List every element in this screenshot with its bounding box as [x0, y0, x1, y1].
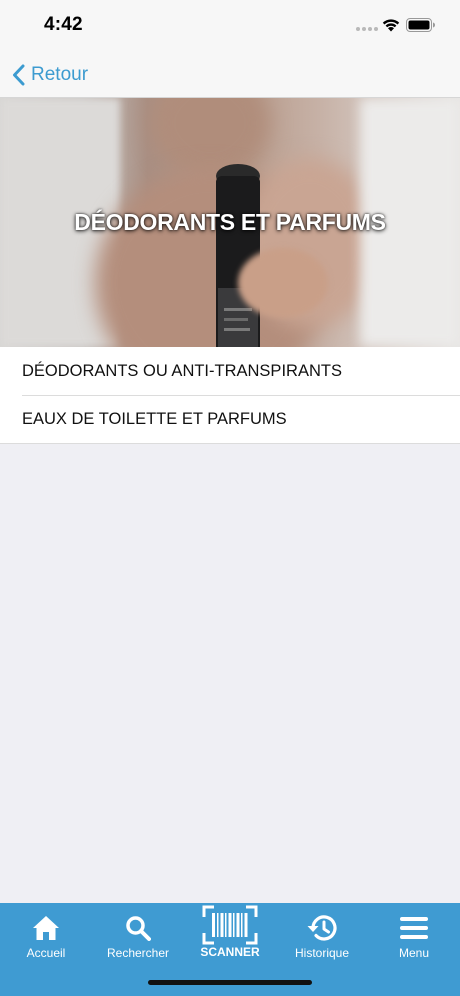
- back-button-label: Retour: [31, 64, 89, 85]
- menu-icon: [400, 917, 428, 939]
- barcode-icon: [202, 905, 258, 945]
- tab-label: Historique: [294, 946, 350, 960]
- search-icon: [126, 916, 151, 941]
- wifi-icon: [382, 19, 400, 32]
- list-item-label: DÉODORANTS OU ANTI-TRANSPIRANTS: [22, 361, 342, 380]
- tab-rechercher[interactable]: Rechercher: [92, 903, 184, 965]
- tab-historique[interactable]: Historique: [276, 903, 368, 965]
- status-bar: 4:42: [0, 0, 460, 50]
- tab-label: SCANNER: [200, 945, 260, 959]
- hero-banner: DÉODORANTS ET PARFUMS: [0, 98, 460, 347]
- history-icon: [307, 915, 337, 941]
- category-list: DÉODORANTS OU ANTI-TRANSPIRANTS EAUX DE …: [0, 347, 460, 444]
- status-time: 4:42: [44, 14, 83, 35]
- tab-scanner[interactable]: SCANNER: [184, 903, 276, 965]
- tab-menu[interactable]: Menu: [368, 903, 460, 965]
- navigation-bar: Retour: [0, 50, 460, 98]
- tab-label: Menu: [398, 946, 430, 960]
- tab-label: Accueil: [26, 946, 66, 960]
- tab-accueil[interactable]: Accueil: [0, 903, 92, 965]
- list-item-eaux-de-toilette[interactable]: EAUX DE TOILETTE ET PARFUMS: [0, 395, 460, 443]
- back-button[interactable]: Retour: [12, 60, 88, 90]
- list-item-deodorants[interactable]: DÉODORANTS OU ANTI-TRANSPIRANTS: [0, 347, 460, 395]
- cellular-signal-icon: [356, 27, 378, 31]
- home-indicator: [148, 980, 312, 985]
- home-icon: [33, 916, 59, 940]
- hero-title: DÉODORANTS ET PARFUMS: [74, 209, 386, 235]
- battery-icon: [406, 18, 435, 32]
- tab-label: Rechercher: [106, 946, 170, 960]
- chevron-left-icon: [13, 64, 25, 86]
- list-item-label: EAUX DE TOILETTE ET PARFUMS: [22, 409, 287, 428]
